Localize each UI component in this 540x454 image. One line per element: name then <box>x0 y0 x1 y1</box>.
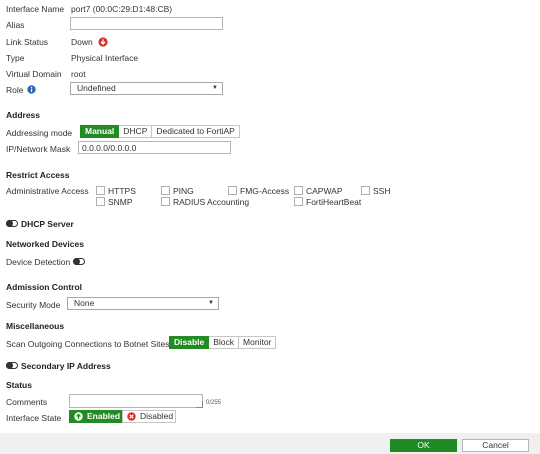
mode-fortiap-button[interactable]: Dedicated to FortiAP <box>152 125 240 138</box>
comments-textarea[interactable] <box>69 394 203 408</box>
form-footer <box>0 433 540 454</box>
alias-input[interactable] <box>70 17 223 30</box>
disabled-button[interactable]: Disabled <box>122 410 176 423</box>
secondary-ip-toggle[interactable] <box>6 362 18 369</box>
up-arrow-circle-icon <box>74 412 83 421</box>
https-label: HTTPS <box>108 186 136 196</box>
radius-accounting-checkbox[interactable] <box>161 197 170 206</box>
addressing-mode-label: Addressing mode <box>6 128 73 138</box>
ip-mask-label: IP/Network Mask <box>6 144 71 154</box>
restrict-access-title: Restrict Access <box>6 170 70 180</box>
ip-mask-input[interactable] <box>78 141 231 154</box>
comments-label: Comments <box>6 397 48 407</box>
botnet-block-button[interactable]: Block <box>209 336 240 349</box>
addressing-mode-group: Manual DHCP Dedicated to FortiAP <box>80 125 240 138</box>
comments-counter: 0/255 <box>206 400 222 406</box>
alias-label: Alias <box>6 20 25 30</box>
security-mode-value: None <box>74 298 95 308</box>
https-checkbox[interactable] <box>96 186 105 195</box>
ok-button[interactable]: OK <box>390 439 457 452</box>
botnet-monitor-button[interactable]: Monitor <box>239 336 277 349</box>
dhcp-server-toggle[interactable] <box>6 220 18 227</box>
interface-name-value: port7 (00:0C:29:D1:48:CB) <box>71 4 173 14</box>
vdom-value: root <box>71 69 86 79</box>
admin-access-label: Administrative Access <box>6 186 89 196</box>
ssh-label: SSH <box>373 186 391 196</box>
botnet-disable-button[interactable]: Disable <box>169 336 210 349</box>
ping-label: PING <box>173 186 194 196</box>
security-mode-select[interactable]: None ▼ <box>67 297 219 310</box>
capwap-label: CAPWAP <box>306 186 343 196</box>
cancel-button[interactable]: Cancel <box>462 439 529 452</box>
device-detection-label: Device Detection <box>6 257 71 267</box>
fmg-access-checkbox[interactable] <box>228 186 237 195</box>
mode-dhcp-button[interactable]: DHCP <box>119 125 153 138</box>
resize-handle-icon[interactable] <box>196 401 203 408</box>
role-select-value: Undefined <box>77 83 116 93</box>
enabled-label: Enabled <box>87 411 121 421</box>
info-icon[interactable] <box>27 85 36 94</box>
ping-checkbox[interactable] <box>161 186 170 195</box>
status-title: Status <box>6 380 32 390</box>
address-section-title: Address <box>6 110 41 120</box>
admission-control-title: Admission Control <box>6 282 83 292</box>
close-circle-icon <box>127 412 136 421</box>
security-mode-label: Security Mode <box>6 300 61 310</box>
link-status-value: Down <box>71 37 93 47</box>
capwap-checkbox[interactable] <box>294 186 303 195</box>
type-value: Physical Interface <box>71 53 139 63</box>
snmp-checkbox[interactable] <box>96 197 105 206</box>
interface-name-label: Interface Name <box>6 4 65 14</box>
dhcp-server-label: DHCP Server <box>21 219 74 229</box>
down-circle-icon <box>98 37 108 47</box>
mode-manual-button[interactable]: Manual <box>80 125 120 138</box>
enabled-button[interactable]: Enabled <box>69 410 122 423</box>
device-detection-toggle[interactable] <box>73 258 85 265</box>
chevron-down-icon: ▼ <box>212 85 218 91</box>
role-select[interactable]: Undefined ▼ <box>70 82 223 95</box>
vdom-label: Virtual Domain <box>6 69 62 79</box>
botnet-scan-group: Disable Block Monitor <box>169 336 277 349</box>
networked-devices-title: Networked Devices <box>6 239 84 249</box>
fmg-access-label: FMG-Access <box>240 186 290 196</box>
snmp-label: SNMP <box>108 197 133 207</box>
interface-state-label: Interface State <box>6 413 62 423</box>
ssh-checkbox[interactable] <box>361 186 370 195</box>
radius-accounting-label: RADIUS Accounting <box>173 197 250 207</box>
misc-title: Miscellaneous <box>6 321 65 331</box>
botnet-scan-label: Scan Outgoing Connections to Botnet Site… <box>6 339 170 349</box>
role-label: Role <box>6 85 24 95</box>
fortiheartbeat-label: FortiHeartBeat <box>306 197 362 207</box>
fortiheartbeat-checkbox[interactable] <box>294 197 303 206</box>
link-status-label: Link Status <box>6 37 49 47</box>
secondary-ip-label: Secondary IP Address <box>21 361 111 371</box>
type-label: Type <box>6 53 25 63</box>
chevron-down-icon: ▼ <box>208 300 214 306</box>
disabled-label: Disabled <box>140 411 174 421</box>
